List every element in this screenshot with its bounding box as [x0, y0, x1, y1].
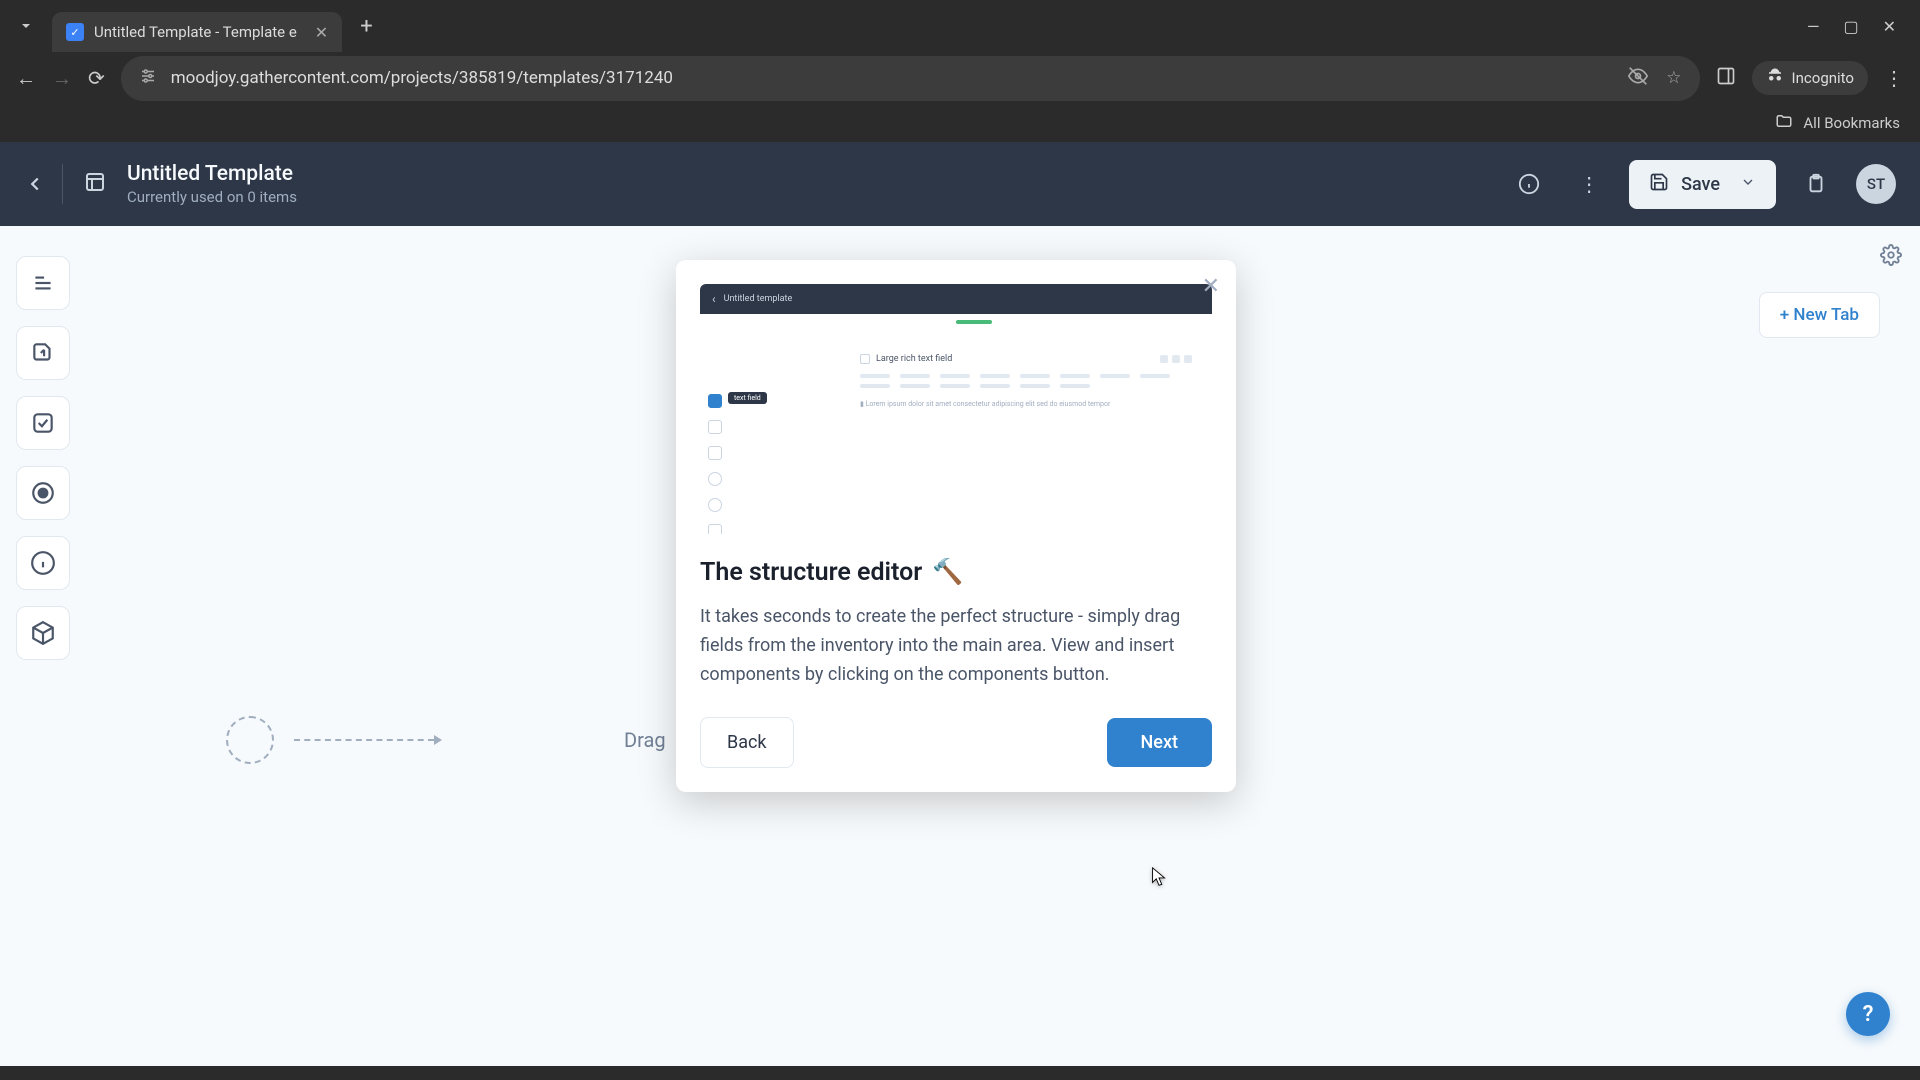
app-header: Untitled Template Currently used on 0 it…	[0, 142, 1920, 226]
save-button[interactable]: Save	[1629, 160, 1776, 209]
drag-hint: Drag	[226, 716, 666, 764]
tool-guidelines[interactable]	[16, 536, 70, 590]
tool-checkbox[interactable]	[16, 396, 70, 450]
minimize-icon[interactable]: ―	[1807, 17, 1820, 36]
new-browser-tab-button[interactable]: +	[350, 10, 382, 43]
modal-close-icon[interactable]: ✕	[1202, 274, 1220, 299]
incognito-badge[interactable]: Incognito	[1752, 61, 1868, 95]
tab-bar: ✓ Untitled Template - Template e ✕ + ― ▢…	[0, 0, 1920, 52]
modal-body-text: It takes seconds to create the perfect s…	[700, 603, 1212, 689]
incognito-label: Incognito	[1792, 69, 1854, 87]
browser-menu-icon[interactable]: ⋮	[1884, 66, 1904, 90]
next-button[interactable]: Next	[1107, 718, 1212, 767]
chevron-down-icon[interactable]	[1740, 174, 1756, 195]
drag-arrow-icon	[294, 739, 434, 741]
nav-bar: ← → ⟳ moodjoy.gathercontent.com/projects…	[0, 52, 1920, 104]
site-settings-icon[interactable]	[139, 67, 157, 90]
all-bookmarks-link[interactable]: All Bookmarks	[1803, 114, 1900, 132]
back-button[interactable]: Back	[700, 717, 794, 768]
help-button[interactable]: ?	[1846, 992, 1890, 1036]
tool-attachment[interactable]	[16, 326, 70, 380]
bookmark-star-icon[interactable]: ☆	[1666, 68, 1681, 88]
clipboard-icon[interactable]	[1796, 164, 1836, 204]
hammer-emoji-icon: 🔨	[932, 558, 963, 587]
save-disk-icon	[1649, 172, 1669, 197]
page-title: Untitled Template	[127, 162, 297, 186]
side-panel-icon[interactable]	[1716, 66, 1736, 91]
avatar-initials: ST	[1867, 175, 1885, 193]
browser-chrome: ✓ Untitled Template - Template e ✕ + ― ▢…	[0, 0, 1920, 142]
tool-component[interactable]	[16, 606, 70, 660]
eye-off-icon[interactable]	[1628, 66, 1648, 91]
save-label: Save	[1681, 174, 1720, 195]
tab-search-dropdown[interactable]	[8, 8, 44, 44]
modal-title: The structure editor 🔨	[700, 558, 1212, 587]
template-icon	[83, 170, 107, 198]
info-icon[interactable]	[1509, 164, 1549, 204]
nav-back-icon[interactable]: ←	[16, 66, 36, 91]
incognito-icon	[1766, 67, 1784, 89]
toolbox	[0, 226, 86, 1066]
url-text: moodjoy.gathercontent.com/projects/38581…	[171, 68, 1615, 88]
browser-tab[interactable]: ✓ Untitled Template - Template e ✕	[52, 12, 342, 52]
drag-hint-text: Drag	[624, 728, 666, 752]
modal-actions: Back Next	[700, 717, 1212, 768]
tab-close-icon[interactable]: ✕	[315, 23, 328, 42]
folder-icon	[1775, 112, 1793, 134]
maximize-icon[interactable]: ▢	[1843, 17, 1858, 36]
url-bar[interactable]: moodjoy.gathercontent.com/projects/38581…	[121, 56, 1700, 101]
close-window-icon[interactable]: ✕	[1883, 17, 1896, 36]
app-back-button[interactable]	[24, 164, 63, 204]
tool-text-field[interactable]	[16, 256, 70, 310]
bookmarks-bar: All Bookmarks	[0, 104, 1920, 142]
window-controls: ― ▢ ✕	[1807, 17, 1912, 36]
modal-preview-image: ‹ Untitled template text field Large ric…	[700, 284, 1212, 534]
tab-title: Untitled Template - Template e	[94, 23, 297, 41]
more-menu-icon[interactable]: ⋮	[1569, 164, 1609, 204]
title-block: Untitled Template Currently used on 0 it…	[127, 162, 297, 206]
tool-radio[interactable]	[16, 466, 70, 520]
tab-favicon-icon: ✓	[66, 23, 84, 41]
page-subtitle: Currently used on 0 items	[127, 188, 297, 206]
drag-source-indicator	[226, 716, 274, 764]
url-actions: ☆	[1628, 66, 1681, 91]
help-icon: ?	[1863, 1002, 1874, 1027]
nav-reload-icon[interactable]: ⟳	[88, 66, 105, 90]
onboarding-modal: ✕ ‹ Untitled template text field Large r…	[676, 260, 1236, 792]
nav-forward-icon[interactable]: →	[52, 66, 72, 91]
avatar[interactable]: ST	[1856, 164, 1896, 204]
